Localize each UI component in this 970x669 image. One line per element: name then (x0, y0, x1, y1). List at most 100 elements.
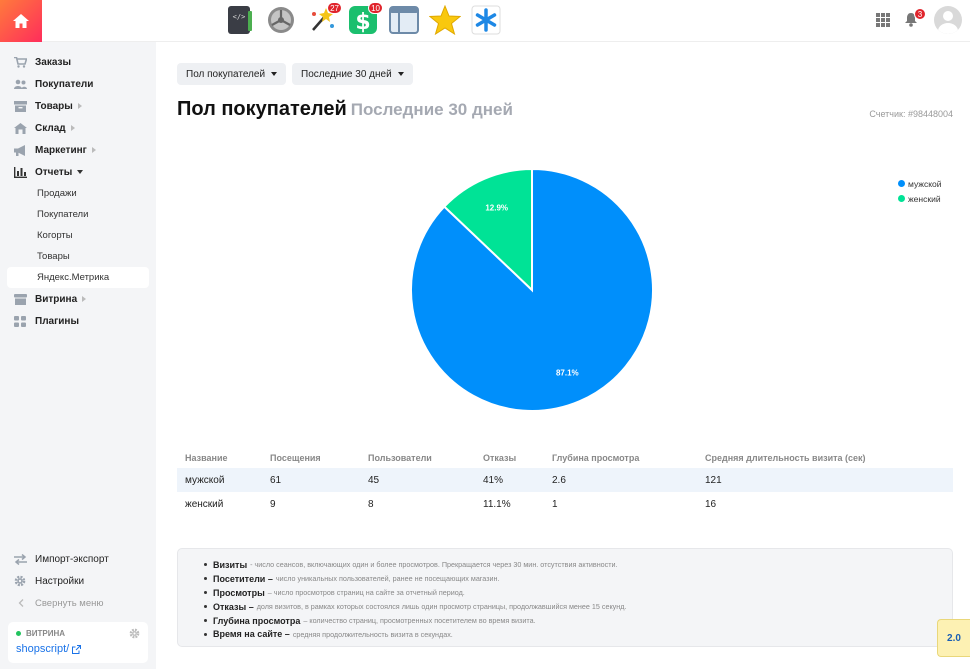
cell-visits: 61 (262, 468, 360, 492)
cart-icon (14, 56, 27, 68)
glossary-term: Посетители – (213, 573, 273, 584)
plugins-icon (14, 315, 26, 327)
col-depth: Глубина просмотра (552, 453, 640, 463)
notifications-button[interactable]: 3 (904, 8, 926, 28)
window-layout-icon (389, 6, 419, 34)
page-subtitle: Последние 30 дней (350, 100, 513, 119)
apps-grid-icon[interactable] (876, 13, 890, 27)
glossary-term: Глубина просмотра (213, 615, 301, 626)
chart-legend: мужской женский (898, 176, 942, 206)
app-favorites[interactable] (429, 4, 461, 36)
app-asterisk[interactable] (470, 4, 502, 36)
chevron-right-icon (70, 125, 75, 131)
legend-item-female[interactable]: женский (898, 191, 942, 206)
import-export-link[interactable]: Импорт-экспорт (0, 548, 156, 570)
chevron-right-icon (82, 296, 87, 302)
cell-duration: 16 (705, 498, 717, 510)
storefront-settings-icon[interactable] (129, 628, 140, 639)
settings-wheel-icon (268, 7, 294, 33)
sidebar-subitem-label: Продажи (37, 188, 77, 199)
collapse-menu-label: Свернуть меню (35, 597, 104, 609)
filters: Пол покупателей Последние 30 дней (177, 63, 413, 85)
import-export-icon (14, 553, 27, 565)
svg-text:</>: </> (233, 13, 246, 21)
storefront-link[interactable]: shopscript/ (16, 643, 140, 655)
glossary-term: Просмотры (213, 587, 265, 598)
app-badge: 10 (368, 2, 383, 14)
app-marketing[interactable]: 27 (306, 2, 342, 36)
sidebar-subitem-products[interactable]: Товары (0, 246, 156, 267)
glossary-text: - число сеансов, включающих один и более… (250, 560, 618, 570)
glossary-term: Время на сайте – (213, 629, 290, 640)
bullet-icon (204, 563, 207, 567)
sidebar-nav: Заказы Покупатели Товары Склад Маркетинг… (0, 42, 156, 332)
table-row[interactable]: мужской 61 45 41% 2.6 121 (177, 468, 953, 492)
glossary-text: – количество страниц, просмотренных посе… (303, 616, 536, 625)
sidebar-item-storefront[interactable]: Витрина (0, 288, 156, 310)
legend-marker-male (898, 180, 905, 187)
code-editor-icon: </> (228, 6, 252, 34)
sidebar-item-label: Отчеты (35, 166, 73, 178)
import-export-label: Импорт-экспорт (35, 553, 109, 565)
home-button[interactable] (0, 0, 42, 42)
pie-chart-svg: 87.1% 12.9% (410, 167, 654, 412)
cell-bounces: 11.1% (483, 498, 511, 510)
period-dropdown[interactable]: Последние 30 дней (292, 63, 413, 85)
bar-chart-icon (14, 166, 27, 178)
app-code-editor[interactable]: </> (224, 4, 256, 36)
table-header-row: Название Посещения Пользователи Отказы Г… (177, 448, 953, 468)
sidebar-item-orders[interactable]: Заказы (0, 51, 156, 73)
sidebar-item-label: Покупатели (35, 78, 94, 90)
app-shop[interactable]: $ 10 (347, 2, 383, 36)
sidebar-subitem-cohorts[interactable]: Когорты (0, 225, 156, 246)
col-name: Название (185, 453, 228, 463)
table-row[interactable]: женский 9 8 11.1% 1 16 (177, 492, 953, 516)
chevron-down-icon (397, 72, 404, 76)
legend-marker-female (898, 195, 905, 202)
page-title-text: Пол покупателей (177, 98, 347, 120)
cell-bounces: 41% (475, 468, 544, 492)
sidebar-subitem-yandex-metrika[interactable]: Яндекс.Метрика (7, 267, 149, 288)
top-right-controls: 3 (876, 6, 962, 34)
sidebar-item-plugins[interactable]: Плагины (0, 310, 156, 332)
cell-name: мужской (177, 468, 262, 492)
users-icon (14, 79, 27, 89)
home-icon (13, 14, 29, 28)
sidebar-item-customers[interactable]: Покупатели (0, 73, 156, 95)
metric-dropdown-value: Пол покупателей (186, 68, 266, 80)
glossary-term: Отказы – (213, 601, 254, 612)
sidebar-item-warehouse[interactable]: Склад (0, 117, 156, 139)
glossary-term: Визиты (213, 559, 248, 570)
sidebar-item-reports[interactable]: Отчеты (0, 161, 156, 183)
glossary-text: доля визитов, в рамках которых состоялся… (256, 602, 627, 612)
metric-dropdown[interactable]: Пол покупателей (177, 63, 287, 85)
col-visits: Посещения (270, 453, 321, 463)
svg-text:$: $ (355, 10, 370, 35)
glossary-item: Время на сайте – средняя продолжительност… (204, 627, 952, 641)
legend-item-male[interactable]: мужской (898, 176, 942, 191)
collapse-menu-button[interactable]: Свернуть меню (0, 592, 156, 614)
glossary-item: Глубина просмотра – количество страниц, п… (204, 614, 952, 628)
sidebar-item-products[interactable]: Товары (0, 95, 156, 117)
sidebar-item-marketing[interactable]: Маркетинг (0, 139, 156, 161)
sidebar-subitem-sales[interactable]: Продажи (0, 183, 156, 204)
version-badge[interactable]: 2.0 (937, 619, 970, 657)
user-avatar[interactable] (934, 6, 962, 34)
sidebar-subitem-label: Когорты (37, 230, 73, 241)
warehouse-icon (14, 122, 27, 134)
bullet-icon (204, 605, 207, 609)
cell-users: 45 (360, 468, 475, 492)
sidebar-subitem-customers[interactable]: Покупатели (0, 204, 156, 225)
app-installer[interactable] (265, 4, 297, 36)
gear-icon (14, 575, 26, 587)
settings-link[interactable]: Настройки (0, 570, 156, 592)
external-link-icon (72, 644, 82, 654)
cell-visits: 9 (270, 498, 276, 510)
sidebar-bottom: Импорт-экспорт Настройки Свернуть меню (0, 548, 156, 614)
glossary-text: средняя продолжительность визита в секун… (292, 629, 453, 639)
glossary-item: Визиты - число сеансов, включающих один и… (204, 558, 952, 572)
storefront-status: ВИТРИНА (16, 629, 140, 638)
app-site[interactable] (388, 4, 420, 36)
notifications-badge: 3 (914, 8, 926, 20)
bullet-icon (204, 591, 207, 595)
